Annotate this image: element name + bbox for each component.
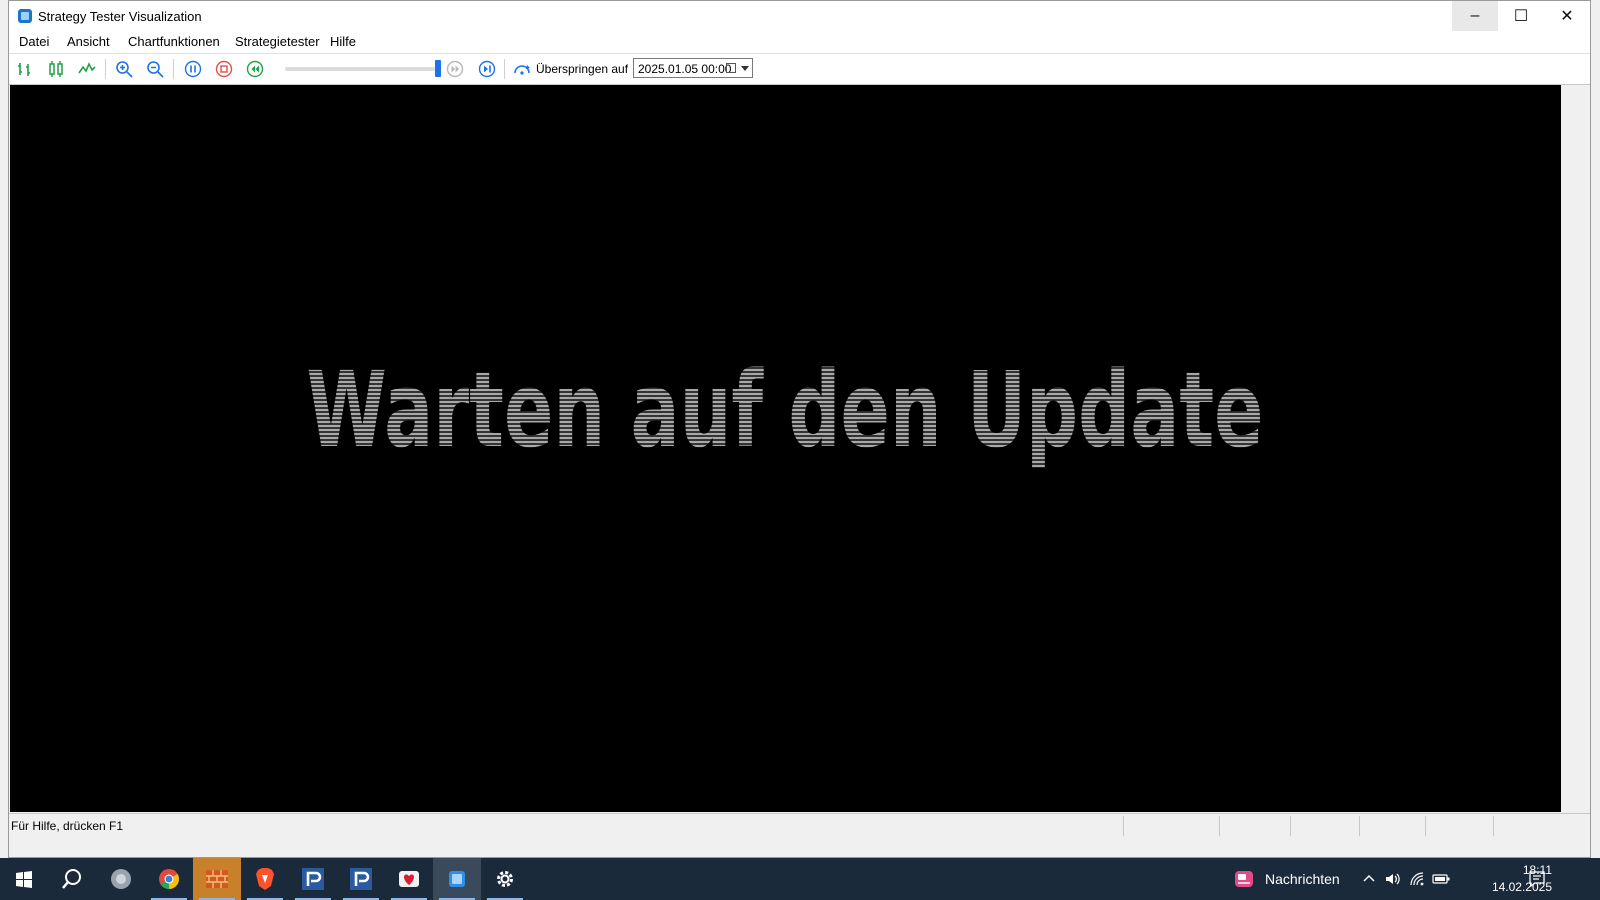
skip-to-label: Überspringen auf <box>536 62 629 76</box>
brave-icon[interactable] <box>241 858 289 900</box>
close-button[interactable]: ✕ <box>1544 1 1590 31</box>
bar-chart-icon[interactable] <box>14 58 36 80</box>
visualization-canvas[interactable]: Warten auf den Update <box>10 85 1561 812</box>
chevron-down-icon[interactable] <box>741 66 749 71</box>
skip-to-icon[interactable] <box>512 58 534 80</box>
chrome-icon[interactable] <box>145 858 193 900</box>
window-title: Strategy Tester Visualization <box>38 9 202 24</box>
platform-p-icon[interactable] <box>337 858 385 900</box>
status-divider <box>1219 816 1220 836</box>
maximize-button[interactable]: ☐ <box>1498 1 1544 31</box>
strategy-tester-icon[interactable] <box>433 858 481 900</box>
skip-to-end-icon[interactable] <box>476 58 498 80</box>
menu-hilfe[interactable]: Hilfe <box>330 34 356 49</box>
heart-app-icon[interactable] <box>385 858 433 900</box>
speed-slider-thumb[interactable] <box>435 60 441 77</box>
toolbar: Überspringen auf 2025.01.05 00:00 <box>9 54 1590 85</box>
title-bar[interactable]: Strategy Tester Visualization – ☐ ✕ <box>9 1 1590 31</box>
battery-icon[interactable] <box>1432 871 1450 890</box>
pause-icon[interactable] <box>182 58 204 80</box>
start-icon[interactable] <box>0 858 48 900</box>
status-divider <box>1359 816 1360 836</box>
menu-chartfunktionen[interactable]: Chartfunktionen <box>128 34 220 49</box>
calendar-icon[interactable] <box>726 63 736 73</box>
waiting-message: Warten auf den Update <box>307 349 1264 471</box>
chevron-up-icon[interactable] <box>1362 871 1376 888</box>
toolbar-separator <box>504 59 505 79</box>
app-window-icon <box>18 9 32 23</box>
toolbar-separator <box>105 59 106 79</box>
news-icon[interactable] <box>1233 869 1255 889</box>
search-icon[interactable] <box>48 858 96 900</box>
speed-slider-track[interactable] <box>285 67 435 71</box>
network-icon[interactable] <box>1409 871 1425 890</box>
menu-ansicht[interactable]: Ansicht <box>67 34 110 49</box>
zoom-in-icon[interactable] <box>113 58 135 80</box>
brick-app-icon[interactable] <box>193 858 241 900</box>
volume-icon[interactable] <box>1384 871 1400 890</box>
strategy-tester-window: Strategy Tester Visualization – ☐ ✕ Date… <box>8 0 1591 858</box>
step-forward-icon[interactable] <box>444 58 466 80</box>
news-label[interactable]: Nachrichten <box>1265 871 1340 887</box>
waiting-message-graphic: Warten auf den Update <box>307 349 1264 471</box>
taskbar: Nachrichten 18:11 14.02.2025 <box>0 858 1600 900</box>
candlestick-icon[interactable] <box>45 58 67 80</box>
menu-datei[interactable]: Datei <box>19 34 49 49</box>
status-divider <box>1425 816 1426 836</box>
app-icon[interactable] <box>97 858 145 900</box>
line-chart-icon[interactable] <box>76 58 98 80</box>
toolbar-separator <box>173 59 174 79</box>
minimize-button[interactable]: – <box>1452 1 1498 31</box>
notification-icon[interactable] <box>1528 870 1546 891</box>
skip-date-value: 2025.01.05 00:00 <box>638 62 732 76</box>
settings-icon[interactable] <box>481 858 529 900</box>
rewind-icon[interactable] <box>244 58 266 80</box>
menu-strategietester[interactable]: Strategietester <box>235 34 320 49</box>
platform-p-icon[interactable] <box>289 858 337 900</box>
zoom-out-icon[interactable] <box>144 58 166 80</box>
status-help-text: Für Hilfe, drücken F1 <box>11 819 124 833</box>
stop-icon[interactable] <box>213 58 235 80</box>
status-divider <box>1493 816 1494 836</box>
skip-date-picker[interactable]: 2025.01.05 00:00 <box>633 58 753 78</box>
status-divider <box>1290 816 1291 836</box>
status-bar: Für Hilfe, drücken F1 <box>9 813 1590 838</box>
menu-bar: Datei Ansicht Chartfunktionen Strategiet… <box>9 31 1590 54</box>
status-divider <box>1123 816 1124 836</box>
